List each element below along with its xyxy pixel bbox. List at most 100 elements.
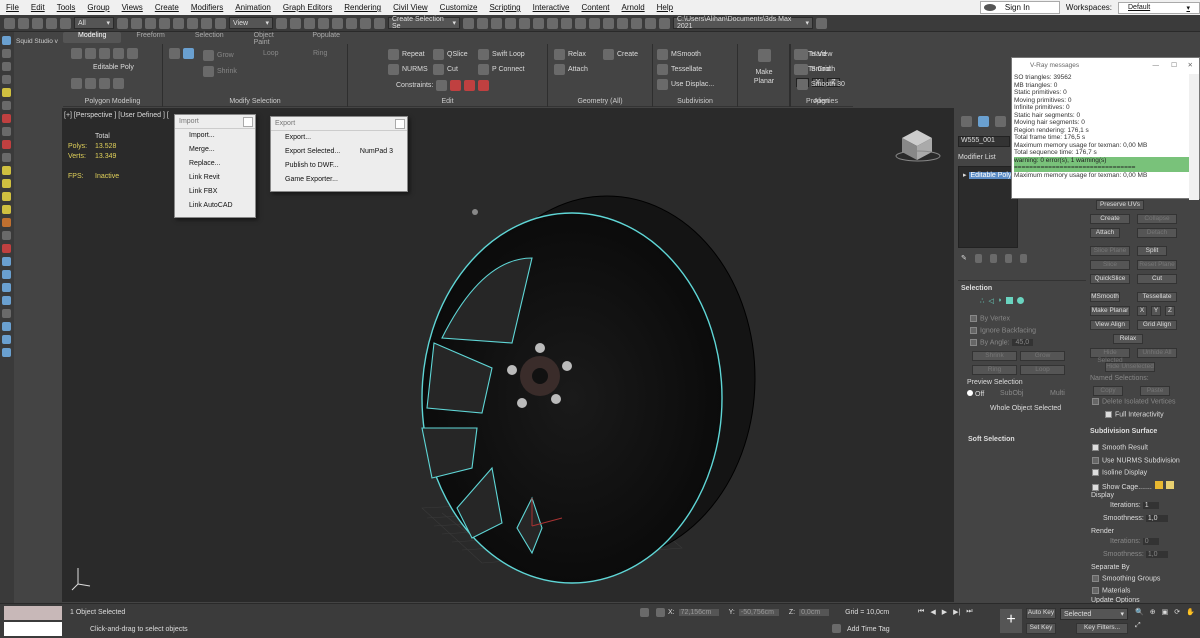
grow-label[interactable]: Grow	[217, 52, 234, 59]
zoom-icon[interactable]: 🔍	[1135, 608, 1144, 616]
create-shape-icon[interactable]	[2, 36, 11, 45]
border-icon[interactable]	[99, 48, 110, 59]
lock-icon[interactable]	[640, 608, 649, 617]
loop-button[interactable]: Loop	[1020, 365, 1065, 375]
close-icon[interactable]	[395, 119, 405, 129]
menu-scripting[interactable]: Scripting	[483, 3, 526, 12]
pan-icon[interactable]: ✋	[1186, 608, 1195, 616]
polygon-icon[interactable]	[113, 48, 124, 59]
schematic-view-icon[interactable]	[547, 17, 558, 29]
rectangle-selection-icon[interactable]	[145, 17, 156, 29]
menu-item-link-revit[interactable]: Link Revit	[175, 171, 255, 185]
tab-freeform[interactable]: Freeform	[121, 32, 179, 43]
link-icon[interactable]	[32, 17, 43, 29]
selection-rollout-title[interactable]: Selection	[961, 285, 992, 292]
tool-icon[interactable]	[2, 166, 11, 175]
smooth-30-icon[interactable]	[797, 79, 808, 90]
add-time-tag[interactable]: Add Time Tag	[847, 626, 890, 633]
y-button[interactable]: Y	[1151, 306, 1161, 316]
shrink-label[interactable]: Shrink	[217, 68, 237, 75]
pin-icon[interactable]	[99, 78, 110, 89]
by-vertex-checkbox[interactable]	[970, 315, 977, 322]
materials-checkbox[interactable]	[1092, 587, 1099, 594]
undo-icon[interactable]	[4, 17, 15, 29]
delete-isolated-checkbox[interactable]	[1092, 398, 1099, 405]
mirror-icon[interactable]	[463, 17, 474, 29]
vertex-icon[interactable]	[71, 48, 82, 59]
tessellate-icon[interactable]	[657, 64, 668, 75]
smooth-30-label[interactable]: Smooth 30	[811, 81, 845, 88]
create-icon[interactable]	[603, 49, 614, 60]
nurms-icon[interactable]	[388, 64, 399, 75]
tool-icon[interactable]	[2, 114, 11, 123]
close-icon[interactable]	[243, 117, 253, 127]
close-icon[interactable]: ✕	[1188, 58, 1193, 74]
display-smoothness-value[interactable]: 1,0	[1145, 515, 1168, 522]
cage-color-swatch[interactable]	[1154, 481, 1163, 489]
create-tab-icon[interactable]	[961, 116, 972, 127]
menu-item-link-fbx[interactable]: Link FBX	[175, 185, 255, 199]
stack-icon[interactable]	[85, 78, 96, 89]
reset-plane-button[interactable]: Reset Plane	[1137, 260, 1177, 270]
preserve-uvs-button[interactable]: Preserve UVs	[1096, 200, 1144, 210]
remove-modifier-icon[interactable]	[1004, 254, 1012, 263]
rotate-icon[interactable]	[187, 17, 198, 29]
vray-icon[interactable]	[645, 17, 656, 29]
p-connect-icon[interactable]	[478, 64, 489, 75]
render-iterative-icon[interactable]	[617, 17, 628, 29]
render-setup-icon[interactable]	[575, 17, 586, 29]
previous-frame-icon[interactable]: ◀	[930, 608, 935, 616]
set-key-plus-icon[interactable]: +	[1000, 609, 1022, 633]
use-displacement-icon[interactable]	[657, 79, 668, 90]
hide-unselected-button[interactable]: Hide Unselected	[1105, 362, 1155, 372]
render-production-icon[interactable]	[603, 17, 614, 29]
full-interactivity-checkbox[interactable]	[1105, 411, 1112, 418]
quickslice-button[interactable]: QuickSlice	[1090, 274, 1130, 284]
tool-icon[interactable]	[2, 205, 11, 214]
by-angle-value[interactable]: 45,0	[1011, 339, 1034, 347]
modify-tab-icon[interactable]	[978, 116, 989, 127]
next-frame-icon[interactable]: ▶|	[953, 608, 960, 616]
menu-civil-view[interactable]: Civil View	[387, 3, 434, 12]
tab-object-paint[interactable]: Object Paint	[239, 32, 298, 46]
polygon-modeling-title[interactable]: Polygon Modeling	[63, 98, 162, 105]
edge-icon[interactable]	[85, 48, 96, 59]
orbit-icon[interactable]: ⟳	[1174, 608, 1180, 616]
cut-button[interactable]: Cut	[1137, 274, 1177, 284]
render-smoothness-value[interactable]: 1,0	[1145, 551, 1168, 558]
align-icon[interactable]	[477, 17, 488, 29]
go-to-end-icon[interactable]: ⏭	[966, 608, 972, 616]
collapse-button[interactable]: Collapse	[1137, 214, 1177, 224]
scale-icon[interactable]	[201, 17, 212, 29]
z-coord-field[interactable]: 0,0cm	[799, 609, 830, 616]
msmooth-icon[interactable]	[657, 49, 668, 60]
menu-item-export[interactable]: Export...	[271, 131, 407, 145]
tool-icon[interactable]	[2, 335, 11, 344]
nurms-label[interactable]: NURMS	[402, 66, 428, 73]
element-mode-icon[interactable]	[1017, 297, 1025, 304]
angle-snap-icon[interactable]	[332, 17, 343, 29]
paste-button[interactable]: Paste	[1140, 386, 1170, 396]
menu-item-replace[interactable]: Replace...	[175, 157, 255, 171]
sign-in-button[interactable]: Sign In	[979, 1, 1060, 14]
edge-mode-icon[interactable]: ◁	[988, 297, 993, 305]
make-planar-button[interactable]: Make Planar	[1090, 306, 1130, 316]
hard-icon[interactable]	[797, 49, 808, 60]
play-icon[interactable]: ▶	[942, 608, 947, 616]
geometry-title[interactable]: Geometry (All)	[548, 98, 652, 105]
menu-graph-editors[interactable]: Graph Editors	[277, 3, 338, 12]
project-path-dropdown[interactable]: C:\Users\Alihan\Documents\3ds Max 2021 ▾	[673, 16, 813, 30]
tool-icon[interactable]	[2, 231, 11, 240]
workspace-dropdown[interactable]: Default ▾	[1118, 1, 1200, 14]
viewport-label[interactable]: [+] [Perspective ] [User Defined ] [	[64, 112, 169, 119]
reference-coordinate-dropdown[interactable]: View ▾	[229, 17, 273, 29]
tool-icon[interactable]	[2, 322, 11, 331]
edit-named-selection-icon[interactable]	[374, 17, 385, 29]
attach-label[interactable]: Attach	[568, 66, 588, 73]
menu-views[interactable]: Views	[116, 3, 149, 12]
detach-button[interactable]: Detach	[1137, 228, 1177, 238]
pin-stack-icon[interactable]: ✎	[961, 254, 967, 263]
menu-create[interactable]: Create	[149, 3, 185, 12]
maximize-icon[interactable]: ☐	[1171, 58, 1177, 74]
menu-item-link-autocad[interactable]: Link AutoCAD	[175, 199, 255, 213]
